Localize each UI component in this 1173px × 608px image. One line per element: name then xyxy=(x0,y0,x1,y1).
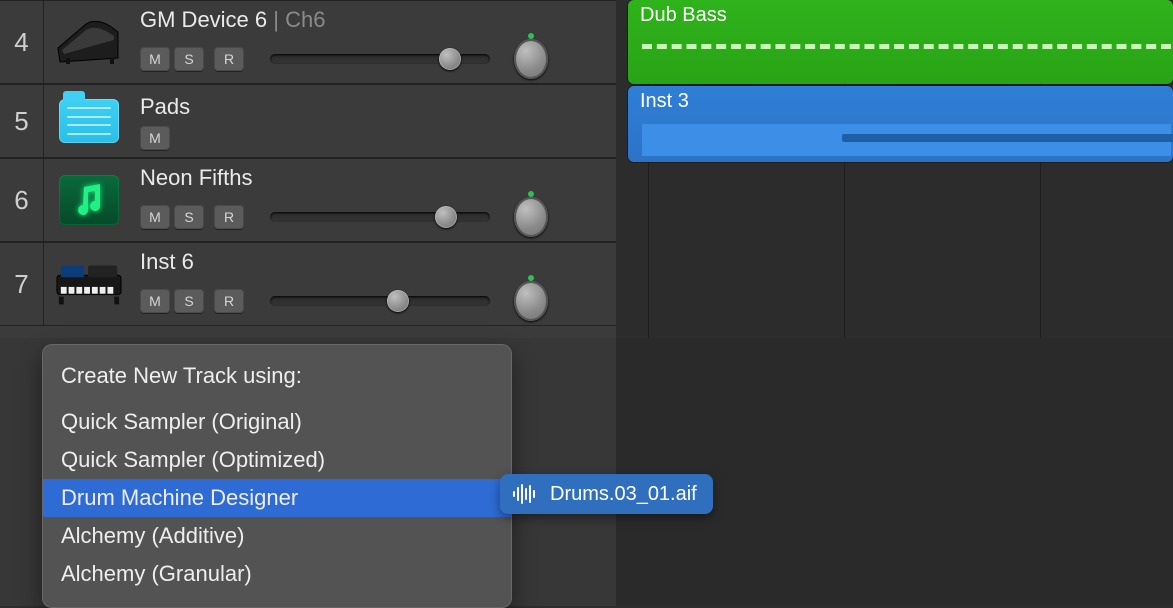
track-row[interactable]: 4 GM Device 6 | Ch6 M xyxy=(0,0,616,84)
track-number: 6 xyxy=(0,159,44,241)
solo-button[interactable]: S xyxy=(174,289,204,313)
track-name: Inst 6 xyxy=(140,249,606,275)
mute-button[interactable]: M xyxy=(140,47,170,71)
folder-icon xyxy=(59,99,119,143)
region-label: Inst 3 xyxy=(640,90,689,112)
track-name-text: GM Device 6 xyxy=(140,7,267,32)
app-root: 4 GM Device 6 | Ch6 M xyxy=(0,0,1173,606)
track-row[interactable]: 5 Pads M xyxy=(0,84,616,158)
region-midi-content xyxy=(642,44,1171,49)
track-body: GM Device 6 | Ch6 M S R xyxy=(134,1,616,83)
record-button[interactable]: R xyxy=(214,205,244,229)
menu-title: Create New Track using: xyxy=(43,359,511,403)
volume-slider[interactable] xyxy=(270,291,490,311)
solo-button[interactable]: S xyxy=(174,205,204,229)
track-number: 5 xyxy=(0,85,44,157)
track-name: Pads xyxy=(140,94,606,120)
music-note-icon xyxy=(59,175,119,225)
menu-option-alchemy-additive[interactable]: Alchemy (Additive) xyxy=(43,517,511,555)
create-track-menu[interactable]: Create New Track using: Quick Sampler (O… xyxy=(42,344,512,608)
track-icon-piano xyxy=(44,1,134,83)
drag-audio-chip[interactable]: Drums.03_01.aif xyxy=(500,474,713,514)
mute-button[interactable]: M xyxy=(140,289,170,313)
volume-slider[interactable] xyxy=(270,207,490,227)
pan-knob[interactable] xyxy=(514,281,548,321)
track-number: 7 xyxy=(0,243,44,325)
track-icon-note xyxy=(44,159,134,241)
track-channel-text: | Ch6 xyxy=(267,7,325,32)
region-midi-content xyxy=(642,124,1171,156)
track-name: Neon Fifths xyxy=(140,165,606,191)
track-row[interactable]: 7 xyxy=(0,242,616,326)
region-label: Dub Bass xyxy=(640,4,727,26)
menu-option-quick-sampler-optimized[interactable]: Quick Sampler (Optimized) xyxy=(43,441,511,479)
track-icon-folder xyxy=(44,85,134,157)
drag-filename: Drums.03_01.aif xyxy=(550,483,697,506)
track-icon-keyboard xyxy=(44,243,134,325)
track-number: 4 xyxy=(0,1,44,83)
pan-knob[interactable] xyxy=(514,39,548,79)
keyboard-icon xyxy=(55,261,123,307)
waveform-icon xyxy=(512,484,538,504)
menu-option-alchemy-granular[interactable]: Alchemy (Granular) xyxy=(43,555,511,593)
arrange-area[interactable]: Dub Bass Inst 3 xyxy=(616,0,1173,606)
track-controls: M S R xyxy=(140,39,606,79)
solo-button[interactable]: S xyxy=(174,47,204,71)
record-button[interactable]: R xyxy=(214,47,244,71)
mute-button[interactable]: M xyxy=(140,126,170,150)
region-dub-bass[interactable]: Dub Bass xyxy=(628,0,1173,84)
volume-slider[interactable] xyxy=(270,49,490,69)
menu-option-quick-sampler-original[interactable]: Quick Sampler (Original) xyxy=(43,403,511,441)
region-inst-3[interactable]: Inst 3 xyxy=(628,86,1173,162)
record-button[interactable]: R xyxy=(214,289,244,313)
mute-button[interactable]: M xyxy=(140,205,170,229)
piano-icon xyxy=(56,18,122,66)
track-name: GM Device 6 | Ch6 xyxy=(140,7,606,33)
track-row[interactable]: 6 Neon Fifths M S R xyxy=(0,158,616,242)
pan-knob[interactable] xyxy=(514,197,548,237)
arrange-empty[interactable] xyxy=(616,338,1173,606)
menu-option-drum-machine-designer[interactable]: Drum Machine Designer xyxy=(43,479,511,517)
